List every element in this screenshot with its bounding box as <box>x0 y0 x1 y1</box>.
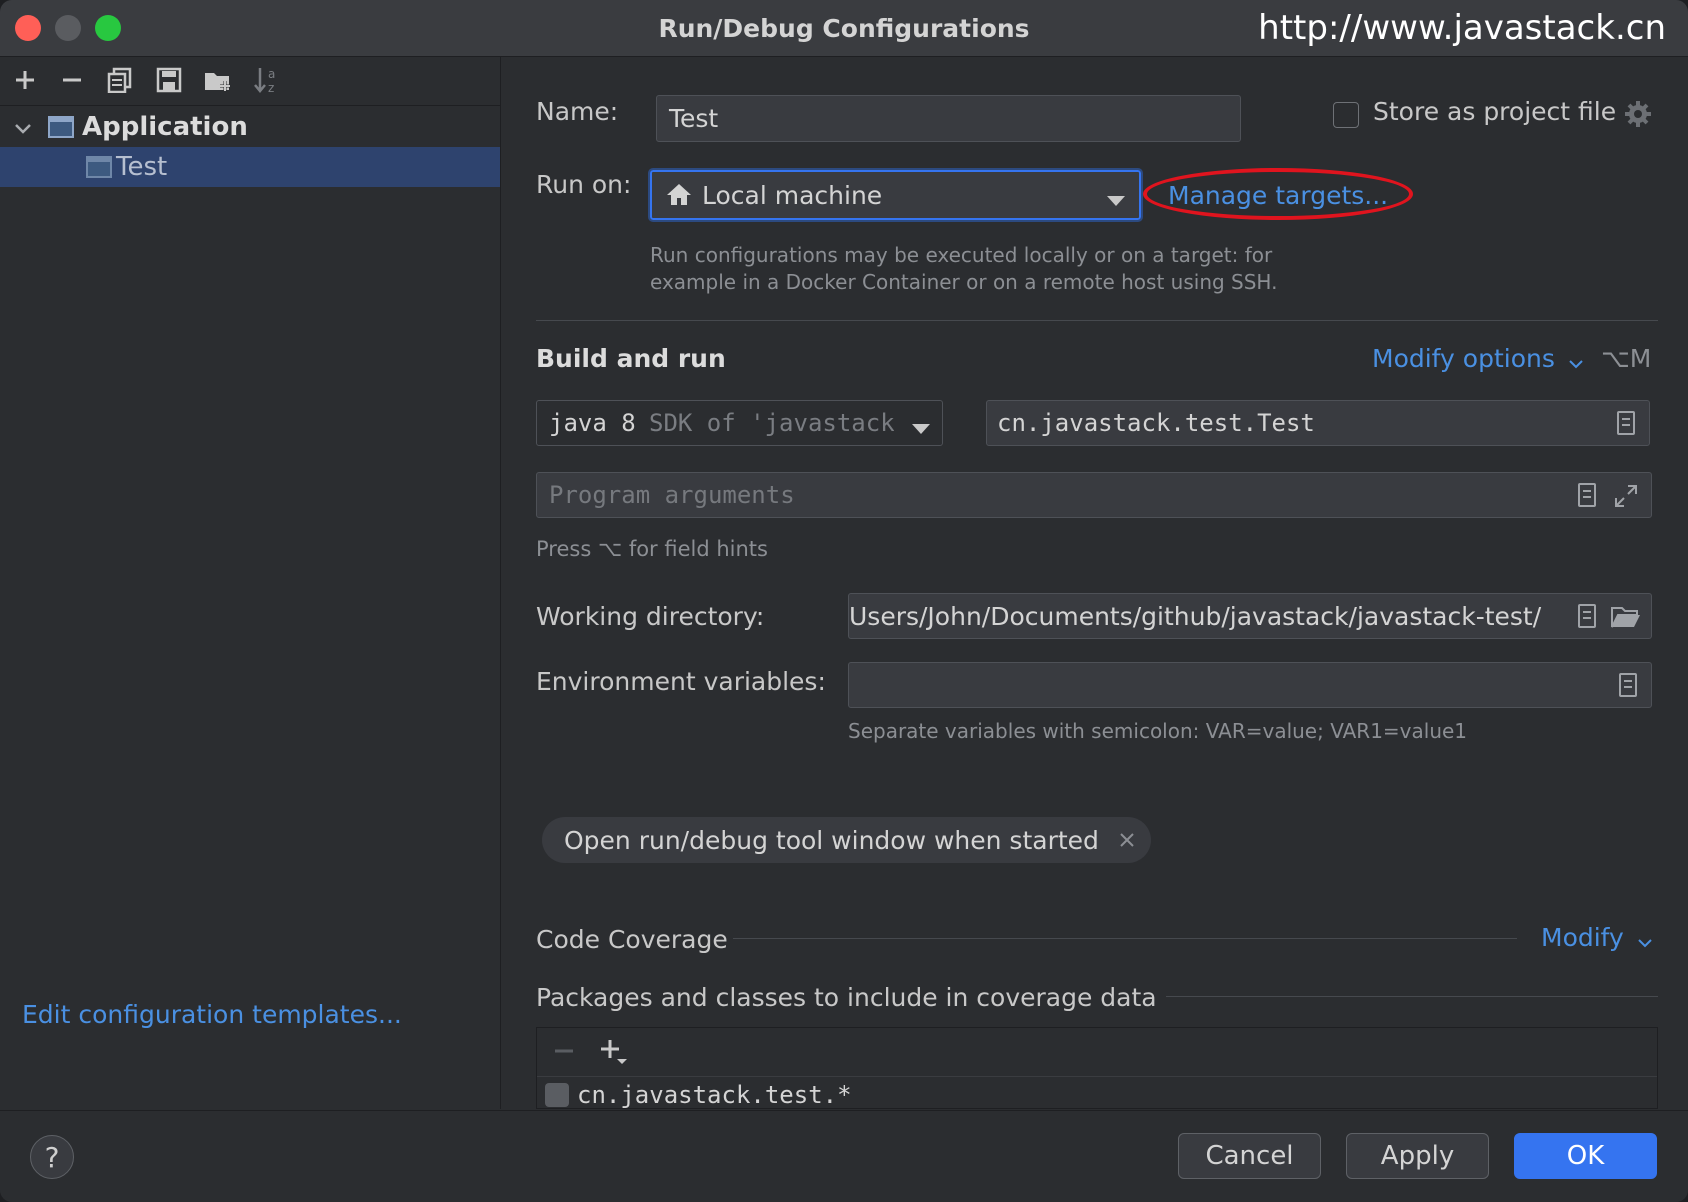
add-with-dropdown-icon[interactable] <box>599 1038 629 1070</box>
gear-icon[interactable] <box>1623 99 1653 129</box>
configuration-editor: Name: Test Store as project file Run on:… <box>501 57 1688 1109</box>
modify-options-shortcut: ⌥M <box>1601 344 1652 373</box>
modify-options-label: Modify options <box>1372 344 1555 373</box>
run-on-value: Local machine <box>702 181 883 210</box>
run-on-dropdown[interactable]: Local machine <box>648 168 1143 222</box>
name-value: Test <box>669 104 719 133</box>
program-arguments-field[interactable]: Program arguments <box>536 472 1652 518</box>
save-icon[interactable] <box>152 63 186 97</box>
jdk-sub-label: SDK of 'javastack <box>649 409 894 437</box>
main-class-field[interactable]: cn.javastack.test.Test <box>986 400 1650 446</box>
package-row[interactable]: cn.javastack.test.* <box>545 1080 852 1109</box>
store-as-project-label: Store as project file <box>1373 97 1617 126</box>
insert-macro-icon[interactable] <box>1578 483 1596 507</box>
insert-macro-icon[interactable] <box>1578 604 1596 628</box>
separator <box>536 320 1658 321</box>
run-on-label: Run on: <box>536 170 632 199</box>
application-icon <box>48 115 74 139</box>
working-directory-label: Working directory: <box>536 602 765 631</box>
close-icon[interactable] <box>1119 832 1135 852</box>
packages-table: cn.javastack.test.* <box>536 1027 1658 1109</box>
run-on-hint-line2: example in a Docker Container or on a re… <box>650 270 1278 294</box>
new-folder-icon[interactable] <box>201 63 235 97</box>
environment-variables-label: Environment variables: <box>536 667 826 696</box>
chevron-down-icon[interactable] <box>14 112 34 142</box>
jdk-main-label: java 8 <box>549 409 636 437</box>
dropdown-arrow-icon <box>1107 191 1125 210</box>
jdk-selector[interactable]: java 8 SDK of 'javastack <box>536 400 943 446</box>
separator <box>1166 996 1658 997</box>
svg-text:z: z <box>268 81 274 95</box>
working-directory-field[interactable]: /Users/John/Documents/github/javastack/j… <box>848 593 1652 639</box>
tree-group-label: Application <box>82 112 248 142</box>
environment-variables-field[interactable] <box>848 662 1652 708</box>
name-field[interactable]: Test <box>656 95 1241 142</box>
tree-group-application[interactable]: Application <box>0 107 500 147</box>
configurations-sidebar: az Application Test Edit configuration t… <box>0 57 501 1109</box>
ok-button[interactable]: OK <box>1514 1133 1657 1179</box>
tree-item-test[interactable]: Test <box>0 147 500 187</box>
open-tool-window-tag[interactable]: Open run/debug tool window when started <box>542 817 1151 863</box>
copy-icon[interactable] <box>103 63 137 97</box>
build-and-run-title: Build and run <box>536 344 726 373</box>
packages-toolbar <box>537 1028 1657 1077</box>
dropdown-arrow-icon <box>912 419 930 438</box>
working-directory-value: /Users/John/Documents/github/javastack/j… <box>849 602 1542 631</box>
chevron-down-icon <box>1638 925 1652 954</box>
add-icon[interactable] <box>8 63 42 97</box>
run-on-hint-line1: Run configurations may be executed local… <box>650 243 1273 267</box>
field-hints-text: Press ⌥ for field hints <box>536 537 768 561</box>
separator <box>733 938 1517 939</box>
home-icon <box>666 182 692 210</box>
apply-button[interactable]: Apply <box>1346 1133 1489 1179</box>
coverage-modify-label: Modify <box>1541 923 1624 952</box>
edit-variables-icon[interactable] <box>1619 673 1637 697</box>
watermark: http://www.javastack.cn <box>1258 8 1666 48</box>
run-debug-dialog: Run/Debug Configurations http://www.java… <box>0 0 1688 1202</box>
dialog-footer: ? Cancel Apply OK <box>0 1110 1688 1202</box>
browse-class-icon[interactable] <box>1617 411 1635 435</box>
remove-icon[interactable] <box>553 1040 575 1066</box>
name-label: Name: <box>536 97 619 126</box>
main-class-value: cn.javastack.test.Test <box>997 409 1315 437</box>
package-checkbox[interactable] <box>545 1083 569 1107</box>
open-tool-window-label: Open run/debug tool window when started <box>564 825 1099 855</box>
store-as-project-checkbox[interactable] <box>1333 102 1359 128</box>
modify-options-link[interactable]: Modify options <box>1372 344 1583 375</box>
packages-title: Packages and classes to include in cover… <box>536 983 1157 1012</box>
folder-icon[interactable] <box>1611 605 1641 633</box>
svg-text:a: a <box>268 67 275 81</box>
remove-icon[interactable] <box>55 63 89 97</box>
edit-configuration-templates-link[interactable]: Edit configuration templates... <box>22 1000 402 1029</box>
coverage-modify-link[interactable]: Modify <box>1541 923 1652 954</box>
package-label: cn.javastack.test.* <box>577 1081 852 1109</box>
expand-icon[interactable] <box>1613 483 1639 513</box>
manage-targets-link[interactable]: Manage targets... <box>1168 181 1388 210</box>
sort-icon[interactable]: az <box>250 63 284 97</box>
code-coverage-title: Code Coverage <box>536 925 728 954</box>
application-icon <box>86 155 112 179</box>
help-button[interactable]: ? <box>30 1135 74 1179</box>
title-bar: Run/Debug Configurations http://www.java… <box>0 0 1688 57</box>
program-arguments-placeholder: Program arguments <box>549 481 795 509</box>
sidebar-toolbar: az <box>0 57 500 106</box>
cancel-button[interactable]: Cancel <box>1178 1133 1321 1179</box>
environment-variables-hint: Separate variables with semicolon: VAR=v… <box>848 719 1468 743</box>
chevron-down-icon <box>1569 346 1583 375</box>
tree-item-label: Test <box>116 152 168 182</box>
